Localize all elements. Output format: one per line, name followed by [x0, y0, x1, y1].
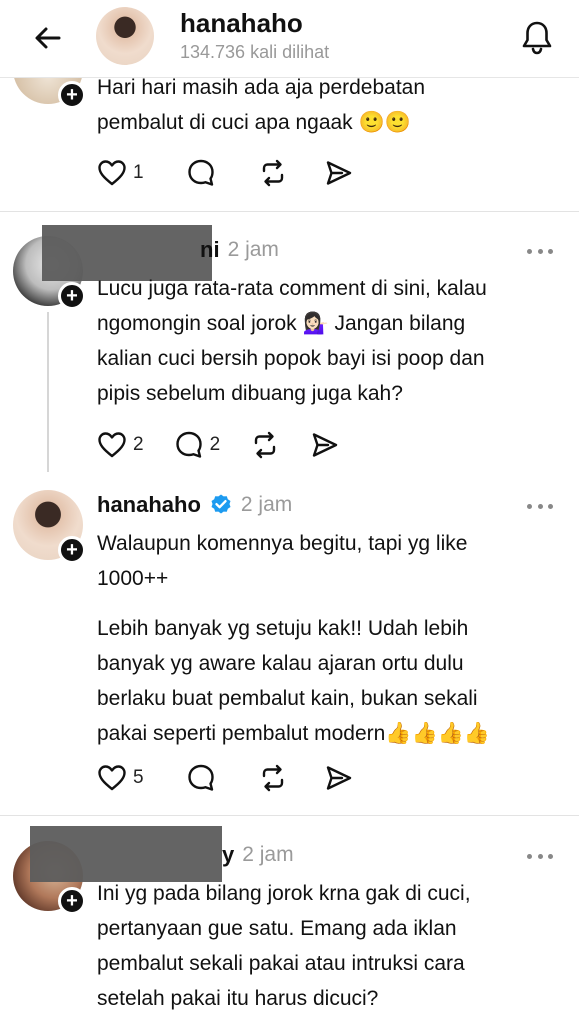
post-text-line: pipis sebelum dibuang juga kah? — [97, 382, 403, 405]
arrow-left-icon — [35, 27, 61, 49]
post-header: hanahaho 2 jam — [97, 488, 292, 522]
like-button[interactable]: 1 — [97, 156, 144, 190]
post-text-line: Lebih banyak yg setuju kak!! Udah lebih — [97, 617, 469, 640]
like-count: 5 — [133, 767, 144, 788]
comment-button[interactable]: 2 — [174, 428, 221, 462]
speech-bubble-icon — [175, 431, 202, 458]
follow-plus-icon[interactable]: + — [58, 282, 86, 310]
post-text: Hari hari masih ada aja perdebatan pemba… — [97, 70, 565, 140]
post-text-line: pertanyaan gue satu. Emang ada iklan — [97, 917, 457, 940]
comment-count: 2 — [209, 434, 221, 455]
follow-plus-icon[interactable]: + — [58, 887, 86, 915]
post-actions: 1 — [97, 156, 384, 190]
like-button[interactable]: 2 — [97, 428, 144, 462]
post-text-line: pakai seperti pembalut modern👍👍👍👍 — [97, 722, 490, 745]
repost-button[interactable] — [258, 761, 288, 795]
post-text: Walaupun komennya begitu, tapi yg like 1… — [97, 526, 565, 751]
post-text-line: pembalut sekali pakai atau intruksi cara — [97, 952, 465, 975]
comment-button[interactable] — [186, 156, 216, 190]
post-actions: 5 — [97, 761, 384, 795]
repost-icon — [262, 764, 283, 792]
like-button[interactable]: 5 — [97, 761, 144, 795]
view-count: 134.736 kali dilihat — [180, 42, 330, 62]
heart-icon — [98, 432, 126, 458]
post-text: Lucu juga rata-rata comment di sini, kal… — [97, 271, 565, 411]
speech-bubble-icon — [187, 159, 214, 186]
post-text-line: kalian cuci bersih popok bayi isi poop d… — [97, 347, 485, 370]
bell-icon — [522, 21, 552, 55]
send-icon — [326, 161, 351, 185]
post-text-line: 1000++ — [97, 567, 169, 590]
post-reply: + ni 2 jam Lucu juga rata-rata comment d… — [0, 212, 579, 480]
verified-badge-icon — [211, 494, 231, 514]
more-options-button[interactable] — [527, 241, 553, 261]
notifications-button[interactable] — [517, 16, 557, 60]
comment-button[interactable] — [186, 761, 216, 795]
username[interactable]: y — [222, 842, 234, 868]
post-text-line: berlaku buat pembalut kain, bukan sekali — [97, 687, 478, 710]
follow-plus-icon[interactable]: + — [58, 81, 86, 109]
post-reply-author: + hanahaho 2 jam Walaupun komennya begit… — [0, 480, 579, 815]
post-text-line: pembalut di cuci apa ngaak 🙂🙂 — [97, 111, 411, 134]
post-text-line: Ini yg pada bilang jorok krna gak di cuc… — [97, 882, 471, 905]
post-text-line: setelah pakai itu harus dicuci? — [97, 987, 379, 1010]
redacted-name-block — [30, 826, 222, 882]
post-text-line: banyak yg aware kalau ajaran ortu dulu — [97, 652, 464, 675]
follow-plus-icon[interactable]: + — [58, 536, 86, 564]
speech-bubble-icon — [187, 764, 214, 791]
thread-line — [47, 312, 49, 472]
back-button[interactable] — [28, 18, 68, 58]
post-text: Ini yg pada bilang jorok krna gak di cuc… — [97, 876, 565, 1016]
heart-icon — [98, 160, 126, 186]
timestamp: 2 jam — [227, 238, 279, 261]
share-button[interactable] — [324, 156, 354, 190]
timestamp: 2 jam — [240, 493, 293, 516]
repost-icon — [262, 159, 283, 187]
heart-icon — [98, 765, 126, 791]
share-button[interactable] — [310, 428, 340, 462]
send-icon — [312, 433, 338, 457]
post-actions: 2 2 — [97, 428, 370, 462]
share-button[interactable] — [324, 761, 354, 795]
post-header: ni 2 jam — [200, 233, 279, 267]
like-count: 1 — [133, 162, 144, 183]
username[interactable]: hanahaho — [97, 492, 201, 518]
post-text-line: ngomongin soal jorok 💁🏻‍♀️ Jangan bilang — [97, 312, 466, 335]
post-header: y 2 jam — [222, 838, 294, 872]
username[interactable]: ni — [200, 237, 220, 263]
more-options-button[interactable] — [527, 496, 553, 516]
repost-button[interactable] — [258, 156, 288, 190]
timestamp: 2 jam — [242, 843, 294, 866]
post-text-line: Walaupun komennya begitu, tapi yg like — [97, 532, 468, 555]
post-text-line: Lucu juga rata-rata comment di sini, kal… — [97, 277, 487, 300]
top-bar: hanahaho 134.736 kali dilihat — [0, 0, 579, 78]
thread-feed: + Hari hari masih ada aja perdebatan pem… — [0, 0, 579, 1024]
avatar[interactable] — [96, 7, 154, 65]
repost-button[interactable] — [250, 428, 280, 462]
more-options-button[interactable] — [527, 846, 553, 866]
post-reply: + y 2 jam Ini yg pada bilang jorok krna … — [0, 816, 579, 1024]
like-count: 2 — [133, 434, 144, 455]
header-username[interactable]: hanahaho — [180, 8, 303, 39]
repost-icon — [254, 431, 276, 459]
send-icon — [326, 766, 351, 790]
